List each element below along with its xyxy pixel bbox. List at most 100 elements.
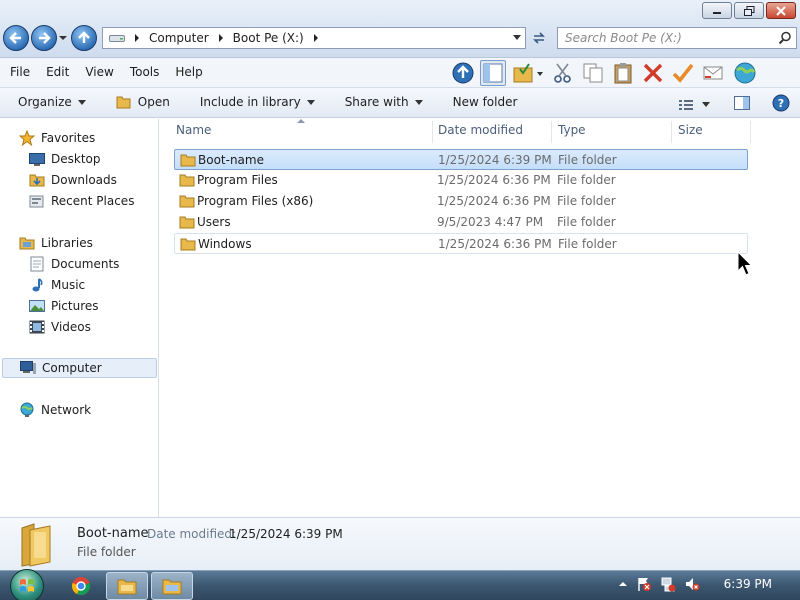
nav-favorites[interactable]: Favorites — [19, 128, 95, 148]
new-folder-button[interactable]: New folder — [453, 95, 518, 109]
menu-view[interactable]: View — [77, 65, 121, 79]
network-tray-icon[interactable] — [660, 576, 676, 592]
address-bar[interactable]: Computer Boot Pe (X:) — [102, 27, 526, 49]
help-button[interactable]: ? — [772, 94, 790, 115]
column-header-date-modified[interactable]: Date modified — [438, 123, 523, 143]
table-row[interactable]: Windows 1/25/2024 6:36 PM File folder — [174, 233, 748, 254]
taskbar-explorer-button[interactable] — [106, 572, 148, 600]
nav-videos[interactable]: Videos — [29, 317, 91, 337]
column-header-type[interactable]: Type — [558, 123, 586, 143]
open-button[interactable]: Open — [116, 95, 170, 109]
table-row[interactable]: Boot-name 1/25/2024 6:39 PM File folder — [174, 149, 748, 170]
properties-button[interactable] — [670, 60, 696, 86]
table-row[interactable]: Users 9/5/2023 4:47 PM File folder — [174, 212, 748, 233]
up-button[interactable] — [71, 25, 97, 51]
clock[interactable]: 6:39 PM — [724, 577, 772, 591]
taskbar-explorer-window-button[interactable] — [151, 572, 193, 600]
help-icon: ? — [772, 94, 790, 112]
svg-text:?: ? — [778, 97, 784, 110]
menu-bar: File Edit View Tools Help — [0, 58, 800, 88]
table-row[interactable]: Program Files 1/25/2024 6:36 PM File fol… — [174, 170, 748, 191]
table-row[interactable]: Program Files (x86) 1/25/2024 6:36 PM Fi… — [174, 191, 748, 212]
large-folder-icon — [21, 523, 51, 567]
address-history-dropdown-icon[interactable] — [513, 35, 521, 40]
preview-pane-button[interactable] — [734, 96, 750, 113]
column-divider[interactable] — [551, 121, 552, 143]
file-date: 1/25/2024 6:36 PM — [437, 173, 551, 187]
column-header-name[interactable]: Name — [176, 123, 211, 143]
nav-music[interactable]: Music — [29, 275, 85, 295]
taskbar-chrome-button[interactable] — [60, 572, 102, 600]
column-divider[interactable] — [432, 121, 433, 143]
title-bar: Computer Boot Pe (X:) — [0, 0, 800, 58]
search-input[interactable] — [565, 31, 765, 45]
show-hidden-icons-icon[interactable] — [618, 579, 628, 589]
music-note-icon — [29, 277, 45, 293]
file-date: 1/25/2024 6:39 PM — [438, 153, 552, 167]
scissors-icon — [554, 63, 571, 83]
change-view-button[interactable] — [678, 98, 710, 112]
refresh-button[interactable] — [528, 28, 550, 48]
include-in-library-button[interactable]: Include in library — [200, 95, 315, 109]
nav-computer[interactable]: Computer — [2, 358, 157, 378]
column-divider[interactable] — [671, 121, 672, 143]
file-name: Program Files (x86) — [197, 194, 314, 208]
start-button[interactable] — [10, 569, 44, 600]
paste-button[interactable] — [610, 60, 636, 86]
action-center-flag-icon[interactable] — [636, 576, 652, 592]
copy-button[interactable] — [580, 60, 606, 86]
menu-tools[interactable]: Tools — [122, 65, 168, 79]
volume-muted-icon[interactable] — [684, 576, 700, 592]
nav-recent-places[interactable]: Recent Places — [29, 191, 134, 211]
column-headers: Name Date modified Type Size — [160, 119, 800, 143]
nav-desktop[interactable]: Desktop — [29, 149, 101, 169]
breadcrumb-computer[interactable]: Computer — [149, 31, 209, 45]
file-type: File folder — [557, 194, 616, 208]
menu-file[interactable]: File — [2, 65, 38, 79]
file-type: File folder — [558, 237, 617, 251]
nav-documents[interactable]: Documents — [29, 254, 119, 274]
cut-button[interactable] — [550, 60, 576, 86]
desktop-icon — [29, 151, 45, 167]
up-folder-button[interactable] — [450, 60, 476, 86]
taskbar: 6:39 PM — [0, 569, 800, 600]
sort-ascending-icon — [297, 119, 305, 123]
search-icon[interactable] — [778, 31, 792, 45]
internet-button[interactable] — [732, 60, 758, 86]
details-file-type: File folder — [77, 545, 136, 559]
restore-button[interactable] — [734, 2, 764, 19]
window-controls — [702, 2, 796, 19]
nav-downloads[interactable]: Downloads — [29, 170, 117, 190]
nav-libraries[interactable]: Libraries — [19, 233, 93, 253]
command-bar: Organize Open Include in library Share w… — [0, 88, 800, 118]
folder-icon — [179, 174, 195, 187]
menu-edit[interactable]: Edit — [38, 65, 77, 79]
breadcrumb-boot-pe[interactable]: Boot Pe (X:) — [233, 31, 304, 45]
menu-help[interactable]: Help — [167, 65, 210, 79]
folders-pane-toggle[interactable] — [480, 60, 506, 86]
checklist-folder-icon — [513, 63, 543, 83]
column-header-size[interactable]: Size — [678, 123, 703, 143]
forward-button[interactable] — [31, 25, 57, 51]
chevron-down-icon — [77, 99, 86, 105]
email-button[interactable] — [700, 60, 726, 86]
back-button[interactable] — [3, 25, 29, 51]
recent-pages-dropdown-icon[interactable] — [58, 33, 68, 43]
select-view-button[interactable] — [510, 60, 546, 86]
delete-button[interactable] — [640, 60, 666, 86]
include-in-library-label: Include in library — [199, 95, 301, 109]
share-with-button[interactable]: Share with — [345, 95, 423, 109]
folder-icon — [179, 195, 195, 208]
column-divider[interactable] — [750, 121, 751, 143]
search-box[interactable] — [557, 27, 797, 49]
close-icon — [776, 5, 786, 16]
nav-pictures[interactable]: Pictures — [29, 296, 99, 316]
pictures-icon — [29, 298, 45, 314]
nav-network[interactable]: Network — [19, 400, 91, 420]
details-date-value: 1/25/2024 6:39 PM — [229, 527, 343, 541]
organize-button[interactable]: Organize — [10, 95, 86, 109]
view-details-icon — [679, 99, 693, 110]
up-arrow-circle-icon — [452, 62, 474, 84]
minimize-button[interactable] — [702, 2, 732, 19]
close-button[interactable] — [766, 2, 796, 19]
